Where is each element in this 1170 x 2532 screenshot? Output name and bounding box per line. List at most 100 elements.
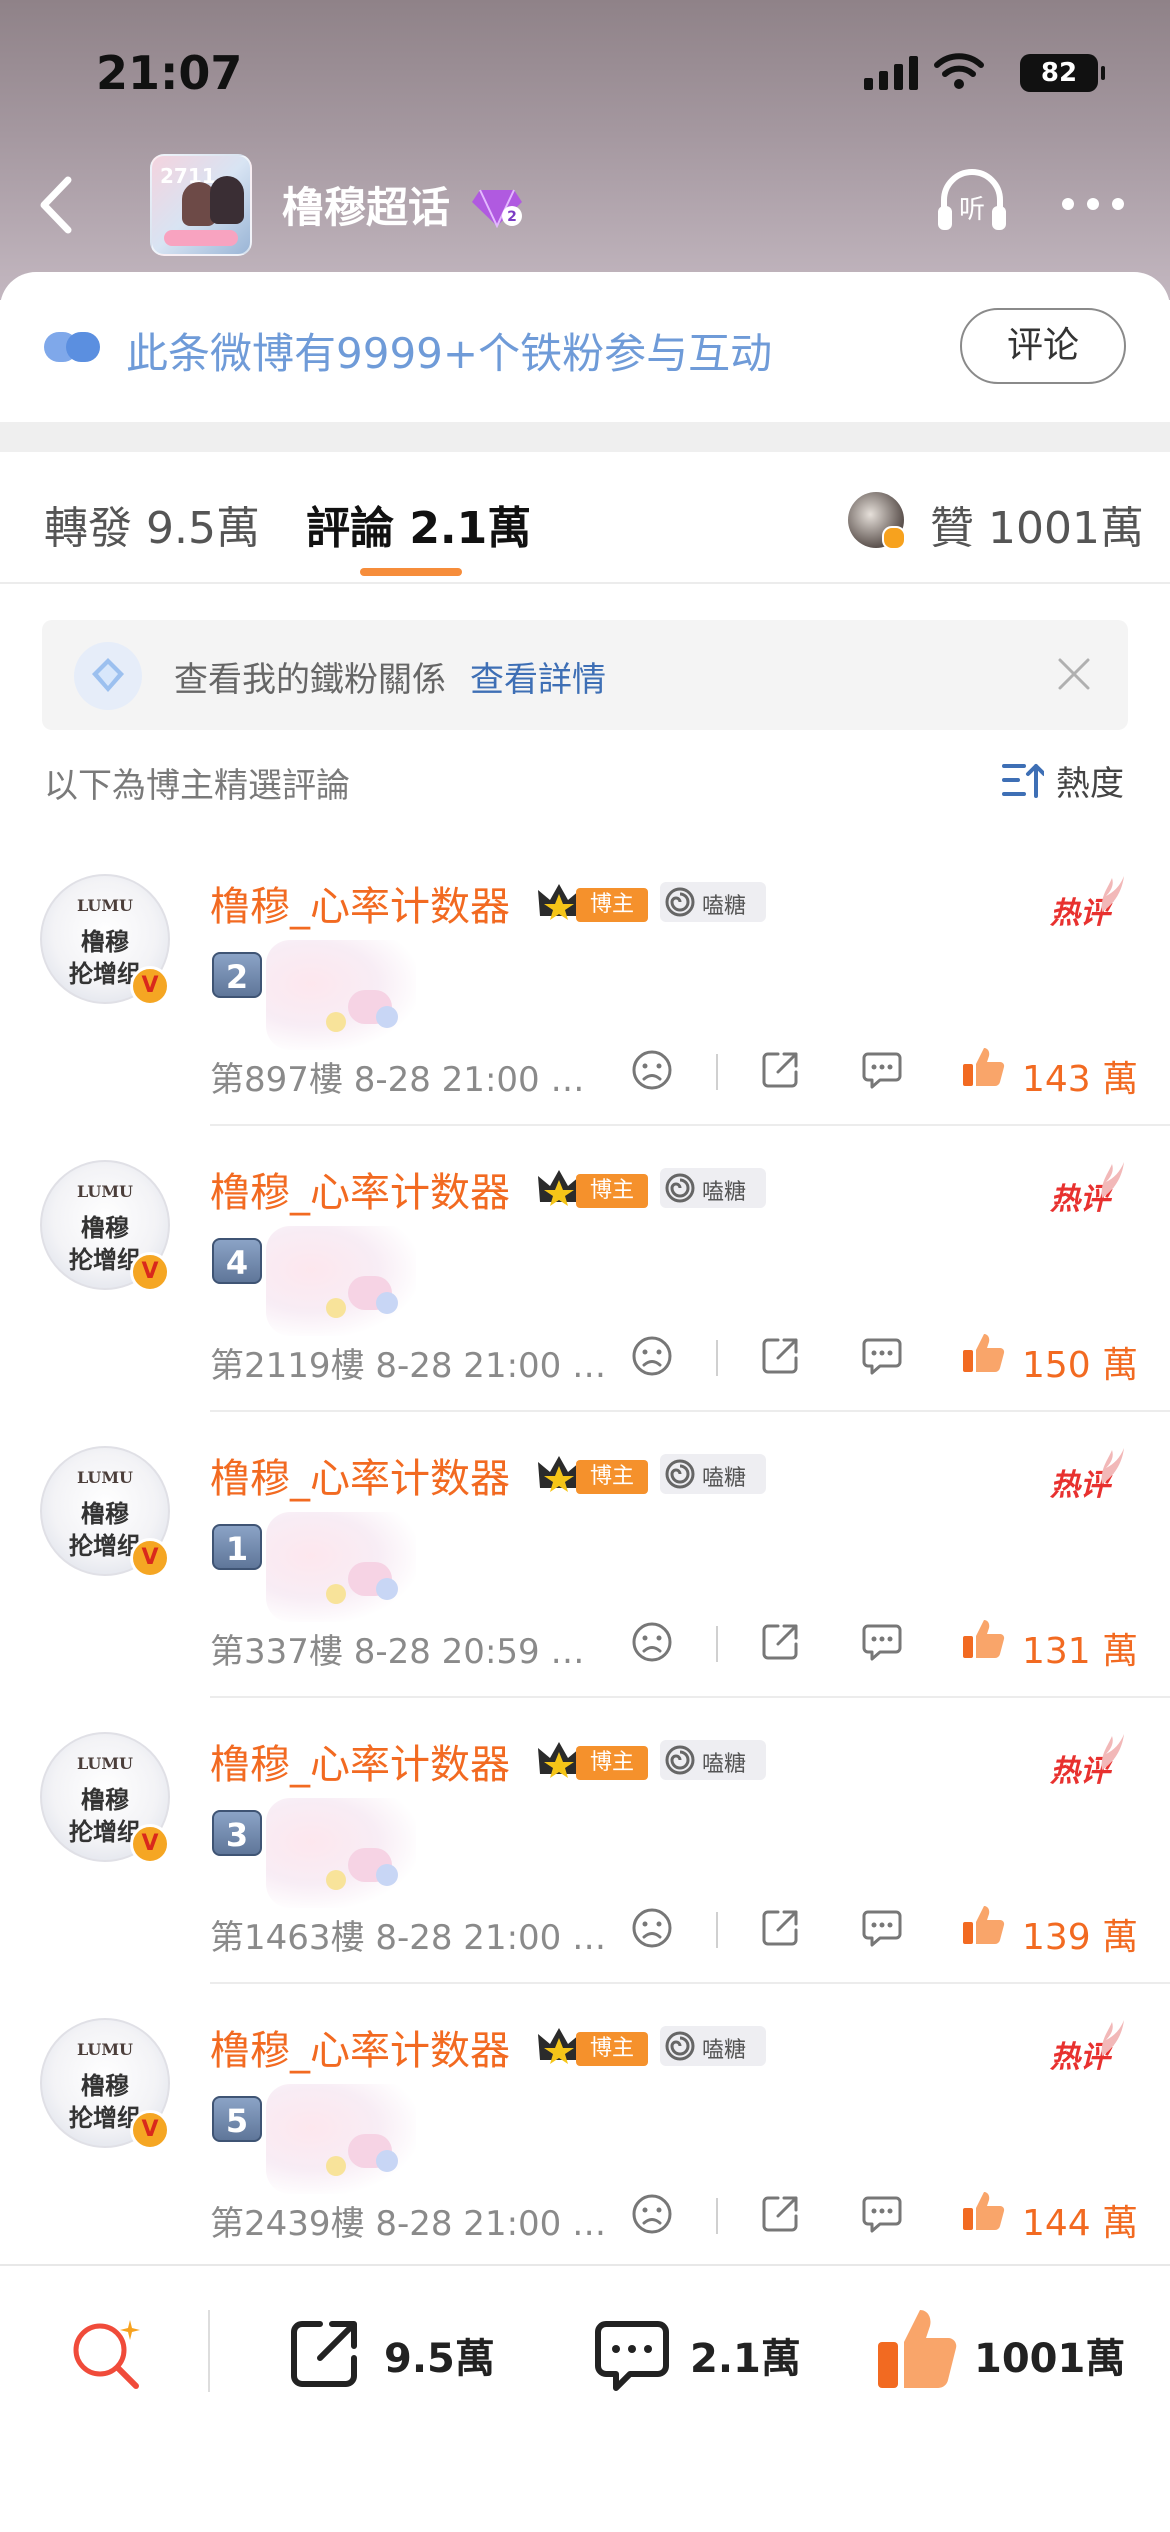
topic-title[interactable]: 橹穆超话 xyxy=(282,174,450,235)
share-icon[interactable] xyxy=(286,2316,362,2392)
comment-like-count: 131 萬 xyxy=(1022,1631,1139,1672)
thumbs-up-icon[interactable] xyxy=(960,1902,1006,1948)
cellular-signal-icon xyxy=(864,56,918,90)
commenter-name[interactable]: 橹穆_心率计数器 xyxy=(210,2018,510,2076)
topic-cover-image[interactable]: 2711 xyxy=(150,154,252,256)
share-icon[interactable] xyxy=(758,1048,802,1092)
share-icon[interactable] xyxy=(758,2192,802,2236)
active-tab-indicator xyxy=(360,568,462,576)
thumbs-up-icon[interactable] xyxy=(960,2188,1006,2234)
liker-avatar[interactable] xyxy=(848,492,906,550)
comment-button[interactable]: 评论 xyxy=(960,308,1126,384)
comment-meta: 第337樓 8-28 20:59 … xyxy=(210,1632,585,1672)
comment-meta: 第2119樓 8-28 21:00 … xyxy=(210,1346,607,1386)
more-dots-icon[interactable] xyxy=(1058,194,1128,214)
avatar-caption: LUMU xyxy=(77,1754,133,1773)
comment-icon[interactable] xyxy=(860,1048,904,1092)
commenter-name[interactable]: 橹穆_心率计数器 xyxy=(210,1446,510,1504)
lollipop-icon xyxy=(665,1745,695,1775)
blogger-label: 博主 xyxy=(576,888,648,922)
svg-text:2: 2 xyxy=(507,209,517,225)
blogger-badge: 博主 xyxy=(536,1738,648,1780)
frown-icon[interactable] xyxy=(630,1334,674,1378)
blogger-label: 博主 xyxy=(576,1746,648,1780)
sort-label: 熱度 xyxy=(1056,764,1124,804)
close-icon[interactable] xyxy=(1054,654,1094,694)
hot-comment-badge: 热评 xyxy=(1050,1732,1126,1789)
lollipop-icon xyxy=(665,1173,695,1203)
comment-icon[interactable] xyxy=(592,2316,672,2396)
comment-icon[interactable] xyxy=(860,1334,904,1378)
share-icon[interactable] xyxy=(758,1906,802,1950)
avatar-line-1: 橹穆 xyxy=(81,1214,129,1242)
share-icon[interactable] xyxy=(758,1334,802,1378)
thumbs-up-icon[interactable] xyxy=(960,1616,1006,1662)
verified-icon: V xyxy=(130,1538,170,1578)
action-separator xyxy=(716,1912,718,1948)
iron-fan-icon xyxy=(44,332,100,362)
comment-count[interactable]: 2.1萬 xyxy=(690,2326,801,2384)
comment-item[interactable]: LUMU 橹穆 抡增组 V 橹穆_心率计数器 博主 嗑糖 热评 5 第2439樓… xyxy=(0,1984,1170,2270)
chevron-left-icon[interactable] xyxy=(28,170,88,240)
flame-icon xyxy=(1101,1448,1124,1484)
frown-icon[interactable] xyxy=(630,1906,674,1950)
candy-label: 嗑糖 xyxy=(702,1752,747,1777)
relation-details-link[interactable]: 查看詳情 xyxy=(470,652,606,701)
blogger-label: 博主 xyxy=(576,2032,648,2066)
avatar-line-1: 橹穆 xyxy=(81,928,129,956)
wifi-icon xyxy=(934,53,984,89)
avatar-line-1: 橹穆 xyxy=(81,2072,129,2100)
candy-label: 嗑糖 xyxy=(702,1466,747,1491)
thumbs-up-icon[interactable] xyxy=(960,1330,1006,1376)
avatar-line-1: 橹穆 xyxy=(81,1786,129,1814)
action-separator xyxy=(716,1340,718,1376)
commenter-name[interactable]: 橹穆_心率计数器 xyxy=(210,874,510,932)
avatar-caption: LUMU xyxy=(77,896,133,915)
number-emoji: 2 xyxy=(212,952,262,998)
fan-group-badge: 嗑糖 xyxy=(660,882,766,922)
frown-icon[interactable] xyxy=(630,1620,674,1664)
fan-group-badge: 嗑糖 xyxy=(660,1168,766,1208)
iron-fan-text: 此条微博有9999+个铁粉参与互动 xyxy=(126,329,773,378)
comment-icon[interactable] xyxy=(860,1620,904,1664)
headphones-icon[interactable]: 听 xyxy=(930,160,1014,244)
comment-icon[interactable] xyxy=(860,1906,904,1950)
share-icon[interactable] xyxy=(758,1620,802,1664)
sort-by-hot-button[interactable]: 熱度 xyxy=(1002,756,1132,804)
comment-item[interactable]: LUMU 橹穆 抡增组 V 橹穆_心率计数器 博主 嗑糖 热评 4 第2119樓… xyxy=(0,1126,1170,1412)
battery-indicator: 82 xyxy=(1020,54,1105,92)
candy-label: 嗑糖 xyxy=(702,2038,747,2063)
blogger-label: 博主 xyxy=(576,1460,648,1494)
share-count[interactable]: 9.5萬 xyxy=(384,2326,495,2384)
action-separator xyxy=(716,1054,718,1090)
thumbs-up-icon[interactable] xyxy=(874,2304,958,2394)
frown-icon[interactable] xyxy=(630,1048,674,1092)
number-emoji: 5 xyxy=(212,2096,262,2142)
frown-icon[interactable] xyxy=(630,2192,674,2236)
commenter-name[interactable]: 橹穆_心率计数器 xyxy=(210,1732,510,1790)
comment-meta: 第2439樓 8-28 21:00 … xyxy=(210,2204,607,2244)
status-bar: 21:07 82 xyxy=(96,40,1110,110)
lollipop-icon xyxy=(665,2031,695,2061)
search-icon[interactable] xyxy=(66,2314,146,2394)
comment-item[interactable]: LUMU 橹穆 抡增组 V 橹穆_心率计数器 博主 嗑糖 热评 2 第897樓 … xyxy=(0,840,1170,1126)
header-background: 21:07 82 2711 橹穆超话 2 听 xyxy=(0,0,1170,300)
hot-comment-badge: 热评 xyxy=(1050,2018,1126,2075)
tab-like[interactable]: 贊 1001萬 xyxy=(930,492,1144,556)
like-count[interactable]: 1001萬 xyxy=(974,2326,1125,2384)
comment-item[interactable]: LUMU 橹穆 抡增组 V 橹穆_心率计数器 博主 嗑糖 热评 3 第1463樓… xyxy=(0,1698,1170,1984)
number-emoji: 4 xyxy=(212,1238,262,1284)
flame-icon xyxy=(1101,1162,1124,1198)
number-emoji: 3 xyxy=(212,1810,262,1856)
comment-like-count: 144 萬 xyxy=(1022,2203,1139,2244)
hot-comment-badge: 热评 xyxy=(1050,874,1126,931)
commenter-name[interactable]: 橹穆_心率计数器 xyxy=(210,1160,510,1218)
thumbs-up-icon[interactable] xyxy=(960,1044,1006,1090)
tab-repost[interactable]: 轉發 9.5萬 xyxy=(44,492,260,556)
tab-comment[interactable]: 評論 2.1萬 xyxy=(306,492,531,556)
sticker-image xyxy=(266,2084,416,2194)
flame-icon xyxy=(1101,1734,1124,1770)
comment-like-count: 150 萬 xyxy=(1022,1345,1139,1386)
comment-item[interactable]: LUMU 橹穆 抡增组 V 橹穆_心率计数器 博主 嗑糖 热评 1 第337樓 … xyxy=(0,1412,1170,1698)
comment-icon[interactable] xyxy=(860,2192,904,2236)
